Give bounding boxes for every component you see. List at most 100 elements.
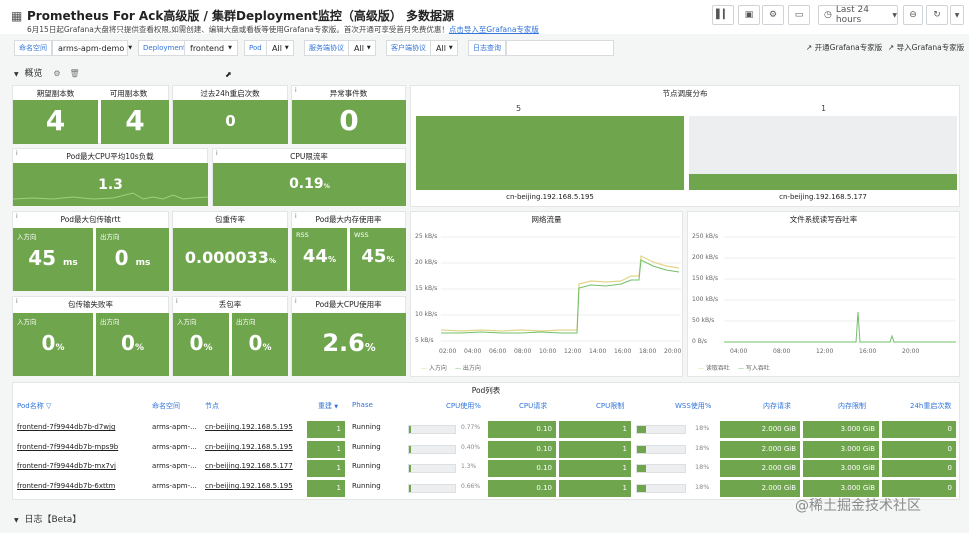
monitor-icon: ▭ xyxy=(794,10,804,20)
refresh-icon: ↻ xyxy=(933,10,941,20)
pod-cpu-limit: 1 xyxy=(559,480,631,497)
col-header-mem-limit[interactable]: 内存限制 xyxy=(838,401,866,411)
pod-name-link[interactable]: frontend-7f9944db7b-mps9b xyxy=(17,443,118,451)
tv-mode-button[interactable]: ▭ xyxy=(788,5,810,25)
col-header-restarts[interactable]: 24h重启次数 xyxy=(910,401,951,411)
pod-node-link[interactable]: cn-beijing.192.168.5.177 xyxy=(205,462,293,470)
panel-title: Pod最大CPU使用率 xyxy=(315,300,382,309)
x-tick-label: 10:00 xyxy=(539,348,557,355)
col-header-phase[interactable]: Phase xyxy=(352,401,373,409)
namespace-select[interactable]: arms-apm-demo ▼ xyxy=(52,40,132,56)
import-expert-link[interactable]: ↗ 导入Grafana专家版 xyxy=(888,42,964,53)
rtt-out-number: 0 xyxy=(114,246,129,270)
dashboard-title[interactable]: Prometheus For Ack高级版 / 集群Deployment监控（高… xyxy=(27,7,454,24)
rss-stat: RSS 44% xyxy=(292,228,347,291)
save-button[interactable]: ▣ xyxy=(738,5,760,25)
node-bar[interactable] xyxy=(416,116,684,190)
loss-out-stat: 出方向 0% xyxy=(96,313,169,376)
zoom-out-button[interactable]: ⊖ xyxy=(903,5,923,25)
network-traffic-plot[interactable] xyxy=(441,234,681,344)
node-name: cn-beijing.192.168.5.177 xyxy=(779,193,867,201)
legend-write[interactable]: — 写入吞吐 xyxy=(738,363,770,372)
events-stat: 0 xyxy=(292,100,406,144)
notice-import-link[interactable]: 点击导入至Grafana专家版 xyxy=(449,25,539,34)
add-panel-button[interactable]: ▌▎ xyxy=(712,5,734,25)
legend-read[interactable]: — 读取吞吐 xyxy=(698,363,730,372)
cpu-usage-bar xyxy=(408,464,456,473)
x-tick-label: 20:00 xyxy=(902,348,920,355)
available-replicas-stat: 4 xyxy=(101,100,169,144)
pod-name-link[interactable]: frontend-7f9944db7b-mx7vj xyxy=(17,462,116,470)
legend-outbound[interactable]: — 出方向 xyxy=(455,363,481,372)
settings-button[interactable]: ⚙ xyxy=(762,5,784,25)
gear-icon[interactable]: ⚙ xyxy=(53,69,60,78)
server-proto-select[interactable]: All ▼ xyxy=(348,40,376,56)
refresh-button[interactable]: ↻ xyxy=(926,5,948,25)
log-query-label: 日志查询 xyxy=(468,40,506,56)
col-header-pod-name[interactable]: Pod名称 ▽ xyxy=(17,401,51,411)
logs-row-header[interactable]: ▼ 日志【Beta】 xyxy=(14,512,81,525)
events-panel: i 异常事件数 0 xyxy=(291,85,406,144)
log-query-input[interactable] xyxy=(506,40,614,56)
time-picker[interactable]: ◷ Last 24 hours ▼ xyxy=(818,5,898,25)
legend-swatch: — xyxy=(738,365,744,372)
pod-node-link[interactable]: cn-beijing.192.168.5.195 xyxy=(205,443,293,451)
node-bar[interactable] xyxy=(689,174,957,190)
col-header-cpu-usage[interactable]: CPU使用% xyxy=(446,401,481,411)
rss-number: 44 xyxy=(302,246,328,267)
legend-swatch: — xyxy=(421,365,427,372)
trash-icon[interactable]: 🗑 xyxy=(69,69,79,78)
drop-out-value: 0% xyxy=(232,331,288,355)
refresh-interval-dropdown[interactable]: ▼ xyxy=(950,5,964,25)
open-expert-link[interactable]: ↗ 开通Grafana专家版 xyxy=(806,42,882,53)
pod-rebuild: 1 xyxy=(307,480,345,497)
retrans-unit: % xyxy=(268,256,277,265)
y-tick-label: 100 kB/s xyxy=(692,296,719,303)
loss-in-stat: 入方向 0% xyxy=(13,313,93,376)
fs-throughput-plot[interactable] xyxy=(724,234,956,344)
retrans-number: 0.000033 xyxy=(184,248,269,267)
panel-title: 丢包率 xyxy=(218,300,242,309)
pod-wss-usage: 18% xyxy=(695,444,710,452)
client-proto-select[interactable]: All ▼ xyxy=(430,40,458,56)
chevron-down-icon: ▼ xyxy=(128,45,133,51)
overview-row-header[interactable]: ▼ 概览 ⚙ 🗑 xyxy=(14,66,80,79)
pod-mem-limit: 3.000 GiB xyxy=(803,421,879,438)
clock-icon: ◷ xyxy=(824,10,832,20)
cpu-throttle-stat: 0.19% xyxy=(213,163,406,206)
cpu-throttle-number: 0.19 xyxy=(289,176,324,192)
pod-namespace: arms-apm-... xyxy=(152,482,197,490)
dashboards-grid-icon[interactable]: ▦ xyxy=(11,9,22,23)
retrans-stat: 0.000033% xyxy=(173,228,288,291)
col-header-cpu-request[interactable]: CPU请求 xyxy=(519,401,547,411)
chevron-down-icon: ▼ xyxy=(448,45,453,51)
logs-title: 日志【Beta】 xyxy=(24,515,82,525)
zoom-out-icon: ⊖ xyxy=(909,10,917,20)
cpu-usage-bar xyxy=(408,484,456,493)
col-header-wss-usage[interactable]: WSS使用% xyxy=(675,401,711,411)
wss-usage-bar xyxy=(636,464,686,473)
client-proto-label: 客户端协议 xyxy=(386,40,431,56)
share-icon[interactable]: ⧗ xyxy=(368,8,376,22)
legend-inbound[interactable]: — 入方向 xyxy=(421,363,447,372)
pod-node-link[interactable]: cn-beijing.192.168.5.195 xyxy=(205,423,293,431)
save-icon: ▣ xyxy=(744,10,754,20)
cpu-usage-bar-fill xyxy=(409,465,411,472)
filter-icon[interactable]: ▽ xyxy=(46,402,51,410)
col-header-mem-request[interactable]: 内存请求 xyxy=(763,401,791,411)
pod-name-link[interactable]: frontend-7f9944db7b-d7wjg xyxy=(17,423,115,431)
col-header-node[interactable]: 节点 xyxy=(205,401,219,411)
pod-node-link[interactable]: cn-beijing.192.168.5.195 xyxy=(205,482,293,490)
wss-usage-bar xyxy=(636,484,686,493)
col-header-rebuild[interactable]: 重建 ▼ xyxy=(318,401,338,411)
retrans-value: 0.000033% xyxy=(173,248,288,267)
pod-name-link[interactable]: frontend-7f9944db7b-6xttm xyxy=(17,482,115,490)
y-tick-label: 25 kB/s xyxy=(415,233,438,240)
col-header-cpu-limit[interactable]: CPU限制 xyxy=(596,401,624,411)
col-header-namespace[interactable]: 命名空间 xyxy=(152,401,180,411)
fs-throughput-panel: 文件系统读写吞吐率 250 kB/s 200 kB/s 150 kB/s 100… xyxy=(687,211,960,377)
pod-cpu-usage: 1.3% xyxy=(461,463,477,470)
drop-out-label: 出方向 xyxy=(236,318,256,326)
deployment-select[interactable]: frontend ▼ xyxy=(184,40,238,56)
pod-select[interactable]: All ▼ xyxy=(266,40,294,56)
